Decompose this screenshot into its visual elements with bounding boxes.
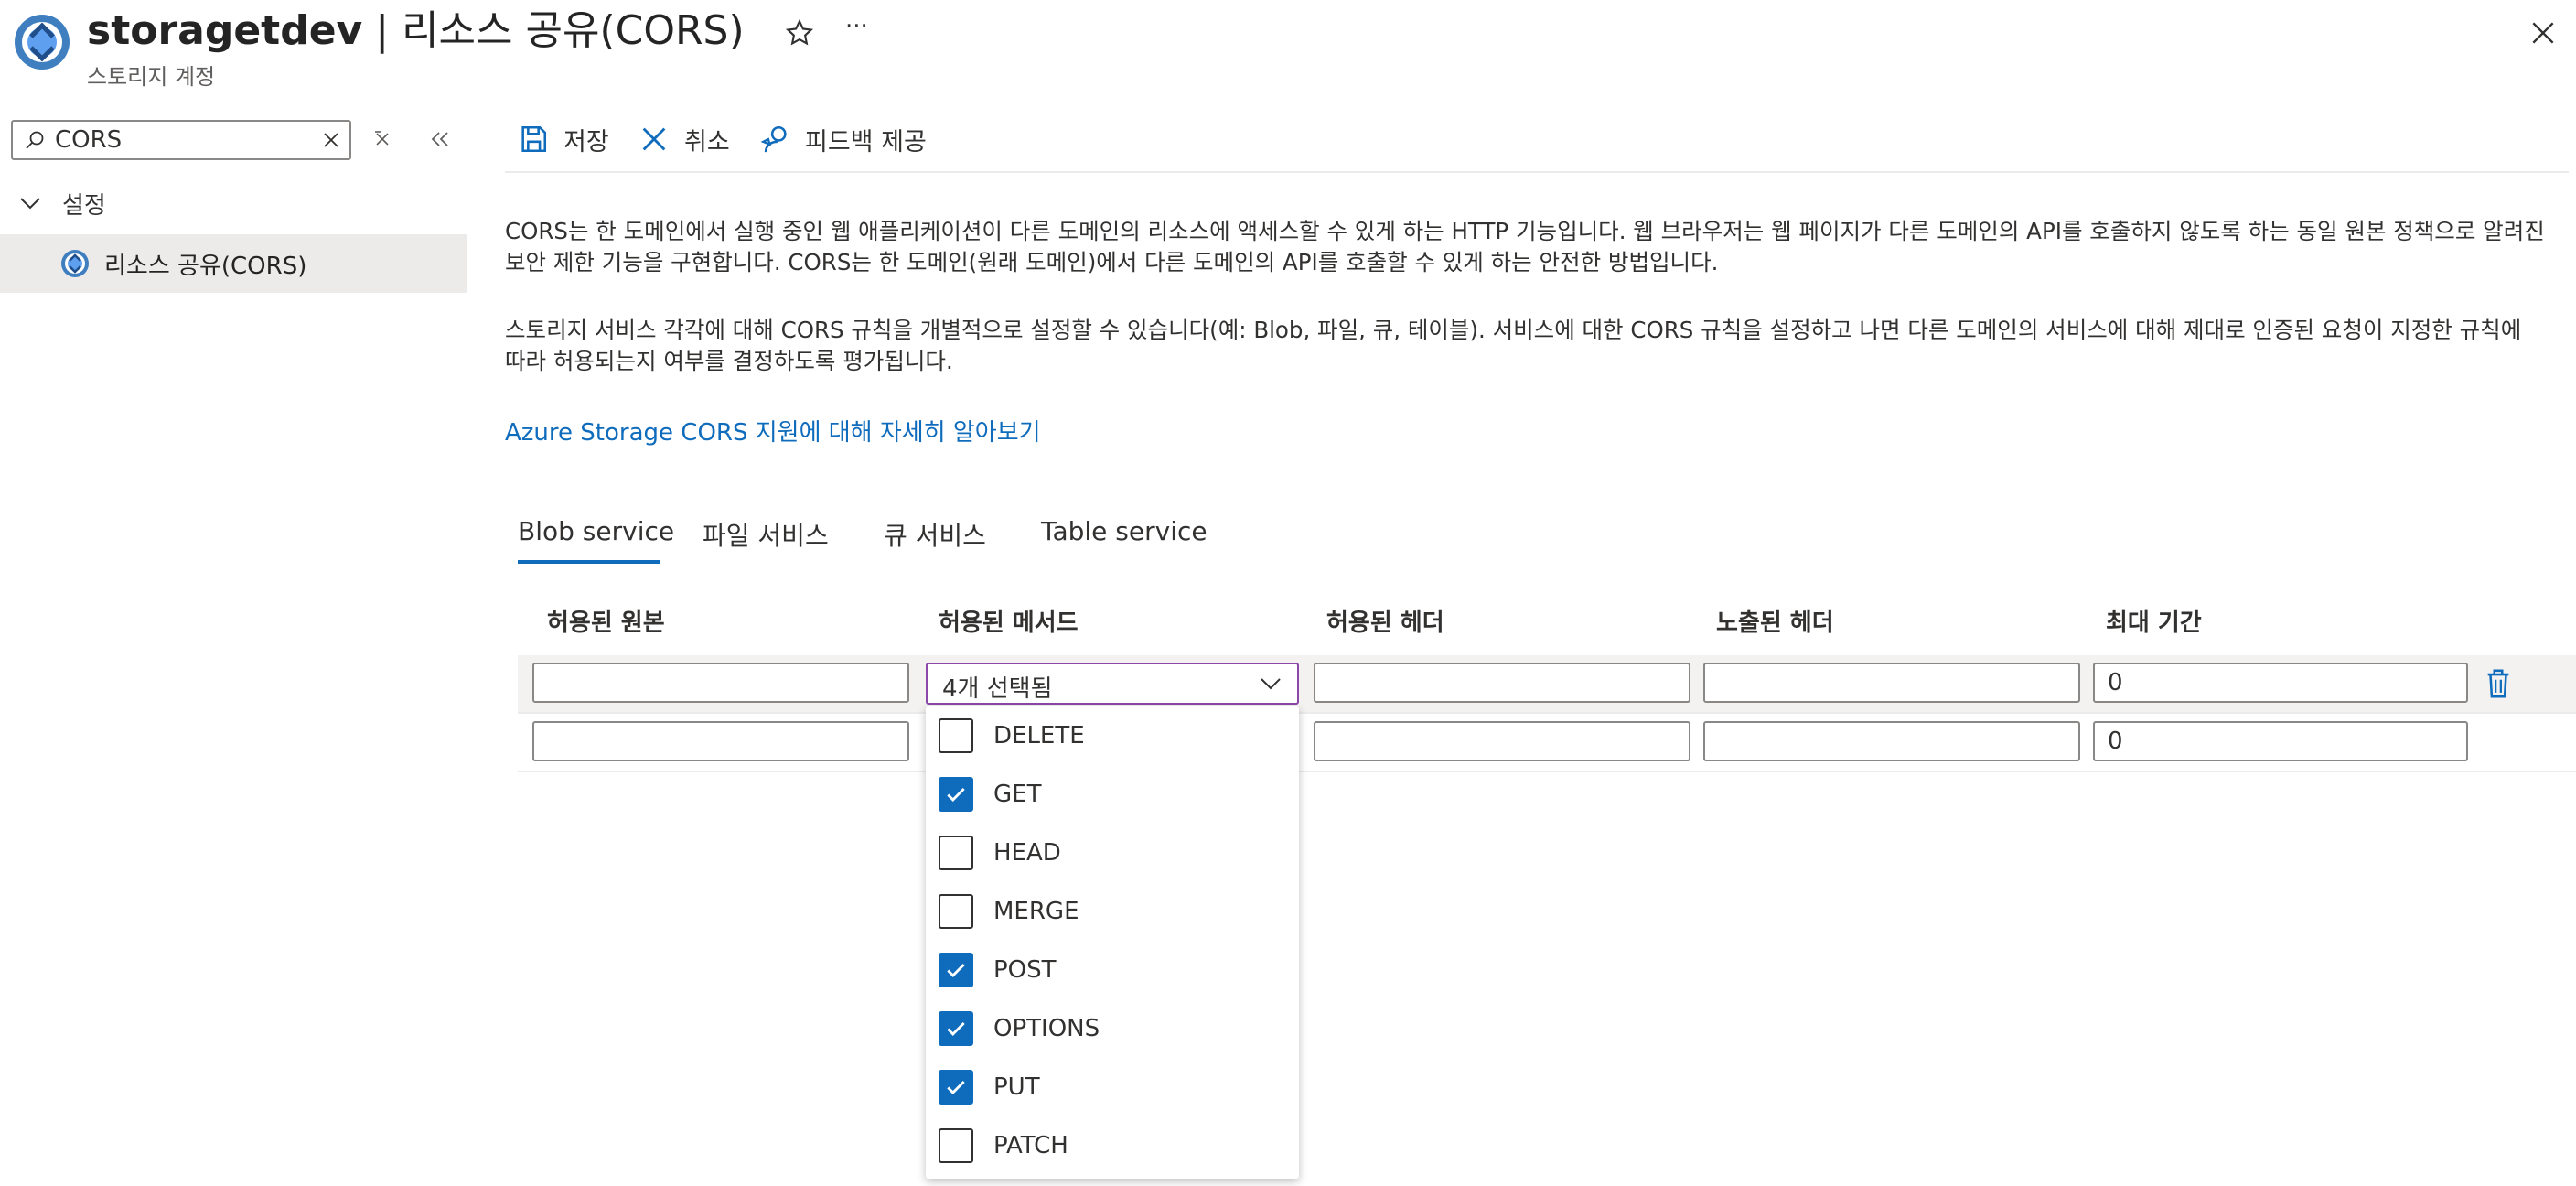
feedback-button[interactable]: 피드백 제공 [759,117,927,161]
resource-name: storagetdev [87,7,363,54]
feedback-label: 피드백 제공 [805,127,927,156]
chevron-down-icon [1259,675,1283,692]
more-options-icon[interactable]: ··· [845,13,868,40]
page-title: storagetdev | 리소스 공유(CORS) [87,5,745,57]
title-separator: | [375,7,390,54]
col-exposed-headers: 노출된 헤더 [1716,609,1834,637]
method-option-options[interactable]: OPTIONS [939,999,1100,1058]
method-option-label: DELETE [993,722,1085,749]
cors-rules-description: 스토리지 서비스 각각에 대해 CORS 규칙을 개별적으로 설정할 수 있습니… [505,317,2522,374]
clear-search-icon[interactable] [322,131,340,149]
checkbox[interactable] [939,1070,973,1105]
allowed-origins-input[interactable] [532,721,909,761]
reset-filter-icon[interactable] [371,128,393,150]
learn-more-link[interactable]: Azure Storage CORS 지원에 대해 자세히 알아보기 [505,414,1041,447]
checkbox[interactable] [939,777,973,812]
close-icon[interactable] [2528,18,2558,48]
page-name: 리소스 공유(CORS) [402,7,745,54]
method-option-label: OPTIONS [993,1015,1100,1042]
exposed-headers-input[interactable] [1703,663,2080,703]
method-option-put[interactable]: PUT [939,1058,1040,1116]
nav-group-settings[interactable]: 설정 [18,183,106,223]
cors-icon [60,249,90,278]
max-age-input[interactable] [2093,663,2468,703]
row-divider [518,712,2576,714]
sidebar-item-label: 리소스 공유(CORS) [104,253,307,280]
row-divider [518,771,2576,772]
active-tab-indicator [518,560,660,564]
cors-description: CORS는 한 도메인에서 실행 중인 웹 애플리케이션이 다른 도메인의 리소… [505,218,2545,275]
save-label: 저장 [564,127,609,156]
method-option-head[interactable]: HEAD [939,824,1061,882]
method-option-patch[interactable]: PATCH [939,1116,1068,1175]
discard-button[interactable]: 취소 [639,117,730,161]
nav-search-box[interactable] [11,120,351,160]
checkbox[interactable] [939,1011,973,1046]
checkmark-icon [947,1081,965,1094]
tab-file-service[interactable]: 파일 서비스 [703,516,829,553]
save-icon [521,125,547,153]
checkbox[interactable] [939,953,973,987]
exposed-headers-input[interactable] [1703,721,2080,761]
allowed-headers-input[interactable] [1314,663,1690,703]
allowed-methods-select[interactable]: 4개 선택됨 [926,663,1299,705]
checkmark-icon [947,1022,965,1036]
methods-dropdown: DELETE GET HEAD MERGE POST OPTIONS PUT P… [926,706,1299,1179]
delete-row-icon[interactable] [2485,668,2512,699]
tab-blob-service[interactable]: Blob service [518,516,674,546]
col-max-age: 최대 기간 [2106,609,2202,637]
nav-group-label: 설정 [62,191,106,220]
method-option-label: POST [993,956,1057,984]
method-option-delete[interactable]: DELETE [939,706,1085,765]
collapse-nav-icon[interactable] [428,128,452,150]
nav-search-input[interactable] [55,125,311,155]
search-icon [24,129,46,151]
method-option-merge[interactable]: MERGE [939,882,1079,941]
method-option-label: PUT [993,1073,1040,1101]
checkbox[interactable] [939,1128,973,1163]
discard-icon [642,127,666,151]
method-option-get[interactable]: GET [939,765,1041,824]
col-allowed-methods: 허용된 메서드 [939,609,1079,637]
method-option-label: HEAD [993,839,1061,867]
method-option-label: PATCH [993,1132,1068,1159]
checkmark-icon [947,964,965,977]
toolbar-divider [505,171,2569,173]
max-age-input[interactable] [2093,721,2468,761]
col-allowed-headers: 허용된 헤더 [1326,609,1444,637]
method-option-label: GET [993,781,1042,808]
sidebar-item-cors[interactable]: 리소스 공유(CORS) [0,234,467,293]
resource-type: 스토리지 계정 [87,64,216,90]
checkbox[interactable] [939,718,973,753]
feedback-icon [760,125,787,153]
method-option-post[interactable]: POST [939,941,1057,999]
tab-queue-service[interactable]: 큐 서비스 [884,516,986,553]
checkmark-icon [947,788,965,802]
resource-icon [13,13,71,71]
allowed-origins-input[interactable] [532,663,909,703]
checkbox[interactable] [939,836,973,870]
col-allowed-origins: 허용된 원본 [547,609,665,637]
checkbox[interactable] [939,894,973,929]
favorite-star-icon[interactable] [785,18,814,48]
save-button[interactable]: 저장 [518,117,609,161]
allowed-methods-value: 4개 선택됨 [942,675,1053,703]
method-option-label: MERGE [993,898,1079,925]
discard-label: 취소 [684,127,730,156]
chevron-down-icon [18,195,42,211]
tab-table-service[interactable]: Table service [1041,516,1208,546]
allowed-headers-input[interactable] [1314,721,1690,761]
